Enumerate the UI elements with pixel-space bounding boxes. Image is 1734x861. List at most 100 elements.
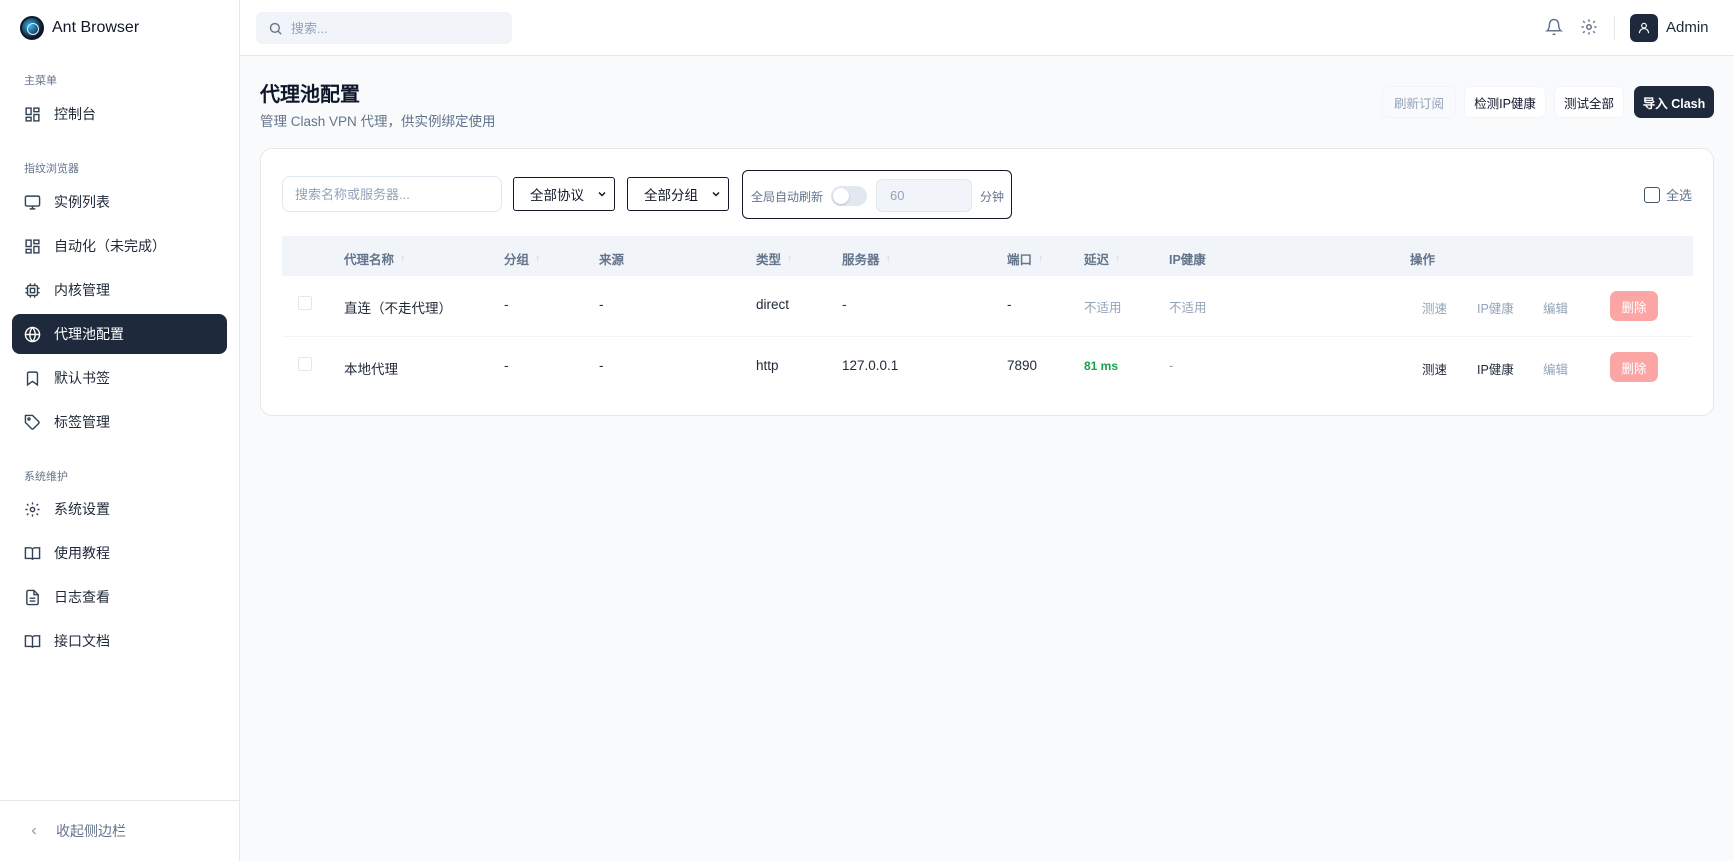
chevron-left-icon [31, 827, 36, 835]
sidebar-item-proxy-pool[interactable]: 代理池配置 [12, 314, 227, 354]
column-header-port[interactable]: 端口 ↑ [1007, 249, 1044, 268]
cell-type: http [756, 358, 779, 373]
refresh-subscription-button[interactable]: 刷新订阅 [1382, 86, 1456, 118]
book-icon [24, 546, 41, 560]
tag-icon [24, 414, 40, 430]
avatar[interactable] [1630, 14, 1658, 42]
column-label: 服务器 [842, 253, 880, 267]
column-header-source: 来源 [599, 249, 624, 268]
cell-port: 7890 [1007, 358, 1038, 373]
minutes-unit: 分钟 [980, 190, 1005, 204]
cpu-icon [25, 282, 40, 298]
sidebar-item-api-docs[interactable]: 接口文档 [12, 621, 227, 661]
import-clash-button[interactable]: 导入 Clash [1634, 86, 1714, 118]
check-ip-health-button[interactable]: 检测IP健康 [1464, 86, 1546, 118]
column-label: 延迟 [1084, 253, 1110, 267]
dashboard-icon [25, 106, 40, 122]
speed-test-button[interactable]: 测速 [1422, 359, 1447, 378]
proxy-search-input[interactable] [282, 176, 502, 212]
column-header-latency[interactable]: 延迟 ↑ [1084, 249, 1121, 268]
auto-refresh-toggle[interactable] [831, 186, 867, 206]
global-search[interactable] [256, 12, 512, 44]
file-icon [26, 589, 39, 605]
sidebar-item-dashboard[interactable]: 控制台 [12, 94, 227, 134]
chevron-down-icon [598, 191, 606, 197]
cell-latency: 81 ms [1084, 359, 1119, 373]
sort-arrow-icon: ↑ [400, 252, 406, 265]
select-all-label: 全选 [1666, 188, 1693, 203]
gear-icon[interactable] [1580, 18, 1598, 36]
cell-group: - [504, 297, 509, 312]
row-checkbox[interactable] [298, 357, 312, 371]
speed-test-button[interactable]: 测速 [1422, 298, 1447, 317]
refresh-minutes-input[interactable]: 60 [876, 179, 972, 212]
sort-arrow-icon: ↑ [1115, 252, 1121, 265]
cell-group: - [504, 358, 509, 373]
column-header-actions: 操作 [1410, 249, 1435, 268]
sidebar-item-tutorial[interactable]: 使用教程 [12, 533, 227, 573]
select-all-checkbox[interactable]: 全选 [1644, 185, 1692, 204]
sidebar-item-label: 日志查看 [54, 589, 110, 605]
bell-icon[interactable] [1545, 18, 1563, 36]
delete-button[interactable]: 删除 [1610, 291, 1658, 321]
column-label: 来源 [599, 253, 625, 267]
book-icon [24, 634, 41, 648]
proxy-table-card: 全部协议 全部分组 全局自动刷新 60 分钟 全选 代理名称 ↑ 分组 ↑ 来源 类… [260, 148, 1714, 416]
cell-latency: 不适用 [1084, 301, 1122, 315]
table-row: 本地代理 - - http 127.0.0.1 7890 81 ms - 测速 … [282, 337, 1693, 398]
table-header: 代理名称 ↑ 分组 ↑ 来源 类型 ↑ 服务器 ↑ 端口 ↑ 延迟 ↑ IP健康 操作 [282, 236, 1693, 276]
sidebar-item-tags[interactable]: 标签管理 [12, 402, 227, 442]
sidebar-item-label: 标签管理 [54, 414, 110, 430]
ip-health-button[interactable]: IP健康 [1477, 359, 1514, 378]
sidebar-item-label: 实例列表 [54, 194, 110, 210]
sort-arrow-icon: ↑ [1038, 252, 1044, 265]
edit-button[interactable]: 编辑 [1543, 359, 1568, 378]
collapse-sidebar-button[interactable]: 收起侧边栏 [0, 800, 240, 861]
sidebar-item-automation[interactable]: 自动化（未完成） [12, 226, 227, 266]
column-header-group[interactable]: 分组 ↑ [504, 249, 541, 268]
column-header-name[interactable]: 代理名称 ↑ [344, 249, 406, 268]
test-all-button[interactable]: 测试全部 [1554, 86, 1624, 118]
protocol-select[interactable]: 全部协议 [513, 177, 615, 211]
cell-ip-health: - [1169, 358, 1174, 373]
sidebar-item-settings[interactable]: 系统设置 [12, 489, 227, 529]
column-label: 代理名称 [344, 253, 395, 267]
protocol-select-value: 全部协议 [530, 188, 584, 203]
checkbox[interactable] [1644, 186, 1660, 203]
sort-arrow-icon: ↑ [787, 252, 793, 265]
user-icon [1638, 22, 1650, 34]
edit-button[interactable]: 编辑 [1543, 298, 1568, 317]
cell-ip-health: 不适用 [1169, 301, 1207, 315]
column-label: 分组 [504, 253, 530, 267]
cell-source: - [599, 358, 604, 373]
sidebar-item-instances[interactable]: 实例列表 [12, 182, 227, 222]
sidebar: Ant Browser 主菜单 控制台 指纹浏览器 实例列表 自动化（未完成） … [0, 0, 240, 861]
sidebar-item-label: 控制台 [54, 106, 96, 122]
sidebar-item-label: 系统设置 [54, 501, 110, 517]
delete-button[interactable]: 删除 [1610, 352, 1658, 382]
collapse-label: 收起侧边栏 [56, 823, 126, 839]
cell-server: - [842, 297, 847, 312]
cell-port: - [1007, 297, 1012, 312]
brand[interactable]: Ant Browser [0, 0, 239, 56]
sort-arrow-icon: ↑ [535, 252, 541, 265]
user-name[interactable]: Admin [1666, 19, 1709, 36]
group-select[interactable]: 全部分组 [627, 177, 729, 211]
sidebar-item-label: 默认书签 [54, 370, 110, 386]
sidebar-item-bookmarks[interactable]: 默认书签 [12, 358, 227, 398]
ant-logo-icon [20, 16, 44, 40]
column-header-type[interactable]: 类型 ↑ [756, 249, 793, 268]
table-row: 直连（不走代理） - - direct - - 不适用 不适用 测速 IP健康 … [282, 276, 1693, 337]
section-label-maintenance: 系统维护 [24, 471, 68, 483]
page-subtitle: 管理 Clash VPN 代理，供实例绑定使用 [260, 114, 496, 129]
brand-name: Ant Browser [52, 19, 140, 36]
sidebar-item-kernel[interactable]: 内核管理 [12, 270, 227, 310]
search-input[interactable] [291, 20, 491, 36]
search-icon [269, 22, 282, 35]
section-label-fingerprint: 指纹浏览器 [24, 163, 79, 175]
header-divider [1614, 16, 1615, 40]
row-checkbox[interactable] [298, 296, 312, 310]
sidebar-item-logs[interactable]: 日志查看 [12, 577, 227, 617]
ip-health-button[interactable]: IP健康 [1477, 298, 1514, 317]
column-header-server[interactable]: 服务器 ↑ [842, 249, 891, 268]
